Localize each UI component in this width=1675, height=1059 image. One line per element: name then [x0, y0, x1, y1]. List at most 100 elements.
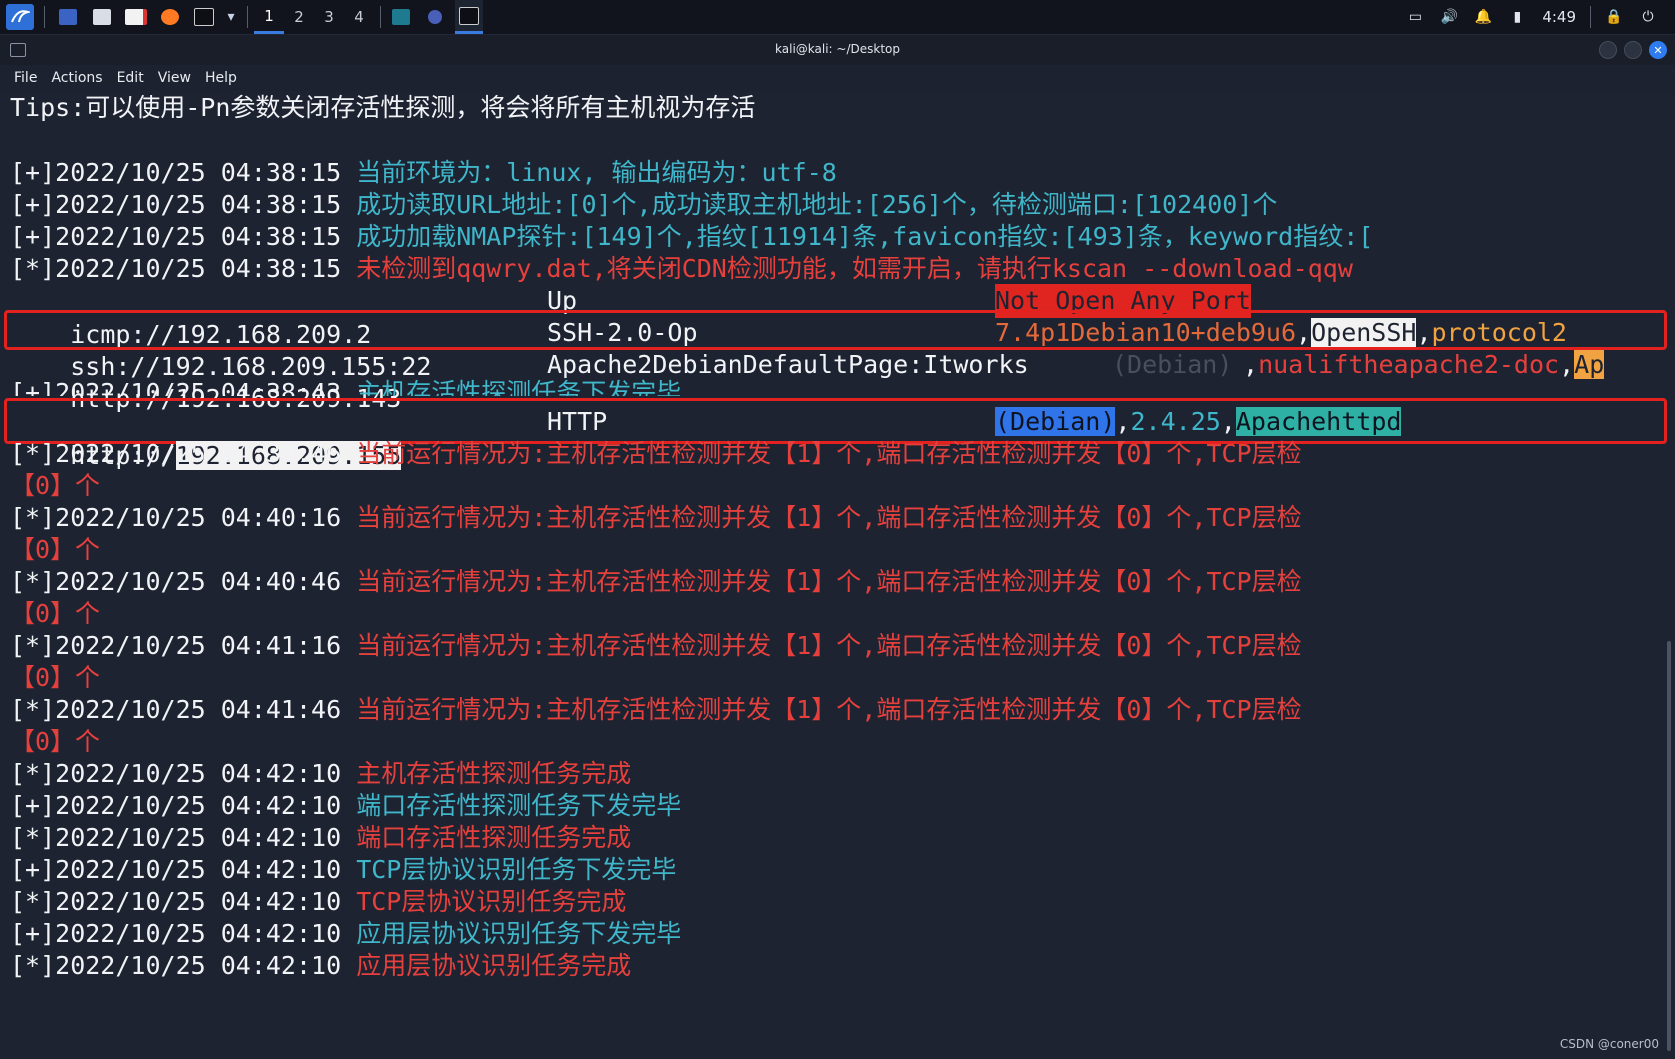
log-line: [*]2022/10/25 04:42:10 端口存活性探测任务完成 — [10, 821, 631, 855]
battery-icon[interactable]: ▮ — [1506, 6, 1528, 28]
status-line: [*]2022/10/25 04:41:46 当前运行情况为:主机存活性检测并发… — [10, 693, 1302, 727]
menu-edit[interactable]: Edit — [117, 70, 144, 86]
log-line: [*]2022/10/25 04:38:15 未检测到qqwry.dat,将关闭… — [10, 252, 1353, 286]
window-controls: ✕ — [1592, 41, 1667, 59]
menu-file[interactable]: File — [14, 70, 37, 86]
text-editor-icon[interactable] — [123, 6, 149, 28]
menubar: File Actions Edit View Help — [0, 65, 1675, 91]
menu-view[interactable]: View — [158, 70, 191, 86]
menu-help[interactable]: Help — [205, 70, 237, 86]
taskbar: ▾ 1 2 3 4 ▭ 🔊 🔔 ▮ 4:49 🔒 ⏻ — [0, 0, 1675, 35]
log-message: 当前运行情况为:主机存活性检测并发【1】个,端口存活性检测并发【0】个,TCP层… — [356, 439, 1302, 468]
chevron-down-icon[interactable]: ▾ — [225, 6, 237, 28]
lock-icon[interactable]: 🔒 — [1603, 6, 1625, 28]
separator: , — [1220, 407, 1236, 436]
log-message: 成功加载NMAP探针:[149]个,指纹[11914]条,favicon指纹:[… — [356, 222, 1374, 251]
log-prefix: [+]2022/10/25 04:38:15 — [10, 158, 357, 187]
log-message: 【0】个 — [10, 663, 101, 692]
separator: , — [1416, 318, 1432, 347]
task-app-2[interactable] — [421, 0, 449, 34]
log-message: 主机存活性探测任务下发完毕 — [356, 378, 682, 396]
tips-line: Tips:可以使用-Pn参数关闭存活性探测，将会将所有主机视为存活 — [10, 93, 756, 122]
log-prefix: [*]2022/10/25 04:41:16 — [10, 631, 357, 660]
terminal-icon[interactable] — [191, 6, 217, 28]
log-prefix: [*]2022/10/25 04:42:10 — [10, 887, 357, 916]
log-message: 【0】个 — [10, 599, 101, 628]
status-line: [*]2022/10/25 04:40:46 当前运行情况为:主机存活性检测并发… — [10, 565, 1302, 599]
log-prefix: [*]2022/10/25 04:42:10 — [10, 823, 357, 852]
taskbar-separator — [44, 6, 45, 28]
volume-icon[interactable]: 🔊 — [1438, 6, 1460, 28]
log-message: 主机存活性探测任务完成 — [356, 759, 632, 788]
status-line-cont: 【0】个 — [10, 533, 100, 567]
log-message: TCP层协议识别任务完成 — [356, 887, 627, 916]
firefox-icon[interactable] — [157, 6, 183, 28]
log-prefix: [+]2022/10/25 04:38:15 — [10, 190, 357, 219]
close-button[interactable]: ✕ — [1649, 41, 1667, 59]
log-message: 当前运行情况为:主机存活性检测并发【1】个,端口存活性检测并发【0】个,TCP层… — [356, 631, 1302, 660]
log-prefix: [*]2022/10/25 04:42:10 — [10, 951, 357, 980]
result-product: OpenSSH — [1311, 318, 1417, 347]
log-prefix: [+]2022/10/25 04:42:10 — [10, 791, 357, 820]
log-message: 当前运行情况为:主机存活性检测并发【1】个,端口存活性检测并发【0】个,TCP层… — [356, 567, 1302, 596]
result-protocol: protocol2 — [1431, 318, 1567, 347]
log-prefix: [*]2022/10/25 04:41:46 — [10, 695, 357, 724]
log-line: [*]2022/10/25 04:42:10 主机存活性探测任务完成 — [10, 757, 631, 791]
notification-bell-icon[interactable]: 🔔 — [1472, 6, 1494, 28]
log-message: 【0】个 — [10, 471, 101, 500]
log-prefix: [*]2022/10/25 04:38:15 — [10, 254, 357, 283]
log-line: [+]2022/10/25 04:42:10 应用层协议识别任务下发完毕 — [10, 917, 681, 951]
workspace-2[interactable]: 2 — [284, 0, 314, 34]
log-message: 当前运行情况为:主机存活性检测并发【1】个,端口存活性检测并发【0】个,TCP层… — [356, 695, 1302, 724]
separator: , — [1243, 350, 1259, 379]
result-os: (Debian) — [995, 407, 1116, 436]
workspace-1[interactable]: 1 — [254, 0, 284, 34]
terminal-scrollbar[interactable] — [1667, 641, 1671, 1051]
status-line-cont: 【0】个 — [10, 597, 100, 631]
separator: , — [1115, 407, 1131, 436]
log-line: [+]2022/10/25 04:38:15 当前环境为：linux, 输出编码… — [10, 156, 837, 190]
display-icon[interactable]: ▭ — [1404, 6, 1426, 28]
task-app-terminal[interactable] — [455, 0, 483, 34]
status-line-cont: 【0】个 — [10, 661, 100, 695]
log-prefix: [+]2022/10/25 04:42:10 — [10, 919, 357, 948]
log-message: 端口存活性探测任务完成 — [356, 823, 632, 852]
task-app-1[interactable] — [387, 0, 415, 34]
log-message: 未检测到qqwry.dat,将关闭CDN检测功能，如需开启，请执行kscan -… — [356, 254, 1353, 283]
log-prefix: [+]2022/10/25 04:38:15 — [10, 222, 357, 251]
log-message: 【0】个 — [10, 727, 101, 756]
workspace-4[interactable]: 4 — [344, 0, 374, 34]
log-line: [+]2022/10/25 04:38:15 成功读取URL地址:[0]个,成功… — [10, 188, 1277, 222]
result-os-ghost: (Debian) — [1112, 350, 1233, 379]
log-message: 应用层协议识别任务下发完毕 — [356, 919, 682, 948]
log-prefix: [*]2022/10/25 04:40:16 — [10, 503, 357, 532]
taskbar-separator — [380, 6, 381, 28]
log-message: 端口存活性探测任务下发完毕 — [356, 791, 682, 820]
log-line-partial: [+]2022/10/25 04:38:43 主机存活性探测任务下发完毕 — [10, 376, 681, 396]
file-manager-icon[interactable] — [89, 6, 115, 28]
workspace-3[interactable]: 3 — [314, 0, 344, 34]
log-line: [*]2022/10/25 04:42:10 TCP层协议识别任务完成 — [10, 885, 626, 919]
clock[interactable]: 4:49 — [1542, 8, 1576, 26]
status-line-cont: 【0】个 — [10, 469, 100, 503]
result-banner: SSH-2.0-Op — [547, 318, 698, 347]
terminal-output[interactable]: Tips:可以使用-Pn参数关闭存活性探测，将会将所有主机视为存活 [+]202… — [0, 91, 1675, 1059]
log-line: [+]2022/10/25 04:42:10 TCP层协议识别任务下发完毕 — [10, 853, 676, 887]
result-tail: Ap — [1574, 350, 1605, 379]
log-message: 当前运行情况为:主机存活性检测并发【1】个,端口存活性检测并发【0】个,TCP层… — [356, 503, 1302, 532]
log-message: 成功读取URL地址:[0]个,成功读取主机地址:[256]个，待检测端口:[10… — [356, 190, 1278, 219]
result-server: Apachehttpd — [1235, 407, 1402, 436]
maximize-button[interactable] — [1624, 41, 1642, 59]
result-version: 7.4p1Debian10+deb9u6 — [995, 318, 1297, 347]
menu-actions[interactable]: Actions — [51, 70, 102, 86]
log-prefix: [*]2022/10/25 04:39:46 — [10, 439, 357, 468]
taskbar-left: ▾ 1 2 3 4 — [0, 0, 483, 34]
kali-menu-icon[interactable] — [6, 4, 34, 30]
log-line: [+]2022/10/25 04:38:15 成功加载NMAP探针:[149]个… — [10, 220, 1373, 254]
minimize-button[interactable] — [1599, 41, 1617, 59]
desktop-icon[interactable] — [55, 6, 81, 28]
power-icon[interactable]: ⏻ — [1637, 6, 1659, 28]
window-title: kali@kali: ~/Desktop — [775, 42, 900, 56]
status-line: [*]2022/10/25 04:41:16 当前运行情况为:主机存活性检测并发… — [10, 629, 1302, 663]
status-line: [*]2022/10/25 04:40:16 当前运行情况为:主机存活性检测并发… — [10, 501, 1302, 535]
